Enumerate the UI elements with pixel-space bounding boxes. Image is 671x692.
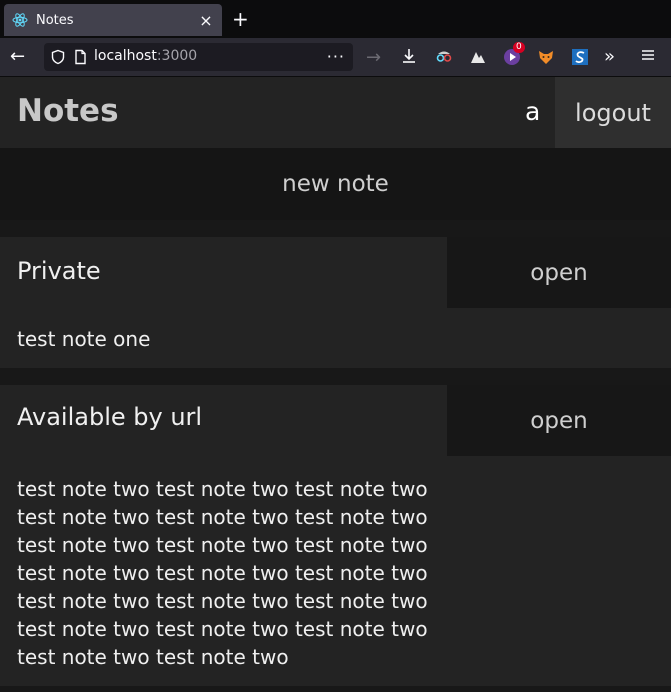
username: a [525,97,541,126]
extension-badge: 0 [513,42,525,53]
note-card: Private open test note one [0,237,671,368]
overflow-chevrons-icon[interactable]: » [604,46,615,67]
page-actions-icon[interactable]: ··· [327,47,345,66]
app-content: Notes a logout new note Private open tes… [0,77,671,692]
shield-icon[interactable] [50,49,66,65]
note-card: Available by url open test note two test… [0,385,671,686]
back-arrow-icon[interactable]: ← [10,48,32,66]
url-bar[interactable]: localhost:3000 ··· [44,43,353,71]
react-favicon-icon [12,13,28,27]
logout-button[interactable]: logout [555,77,671,148]
open-note-button[interactable]: open [447,237,671,308]
tab-title: Notes [36,12,74,28]
url-host: localhost [94,48,157,64]
app-header: Notes a logout [0,77,671,148]
mountain-extension-icon[interactable] [469,48,487,66]
open-note-button[interactable]: open [447,385,671,456]
new-note-button[interactable]: new note [0,148,671,220]
note-body: test note one [17,327,151,351]
page-title: Notes [17,93,119,129]
note-title: Available by url [17,403,203,431]
note-title: Private [17,257,101,285]
fox-extension-icon[interactable] [537,48,555,66]
browser-tab[interactable]: Notes × [4,4,222,36]
spy-glasses-extension-icon[interactable] [435,48,453,66]
close-tab-icon[interactable]: × [196,11,216,30]
hamburger-menu-icon[interactable] [640,47,656,63]
new-tab-button[interactable]: + [232,8,249,30]
forward-arrow-icon[interactable]: → [366,47,381,68]
page-info-icon[interactable] [72,49,88,65]
url-text[interactable]: localhost:3000 [94,48,197,64]
navigation-bar: ← localhost:3000 ··· → 0 » [0,38,671,77]
download-icon[interactable] [400,47,418,65]
tab-strip: Notes × + [0,0,671,38]
s-extension-icon[interactable] [571,48,589,66]
url-port: :3000 [156,48,198,64]
note-body: test note two test note two test note tw… [17,477,428,669]
